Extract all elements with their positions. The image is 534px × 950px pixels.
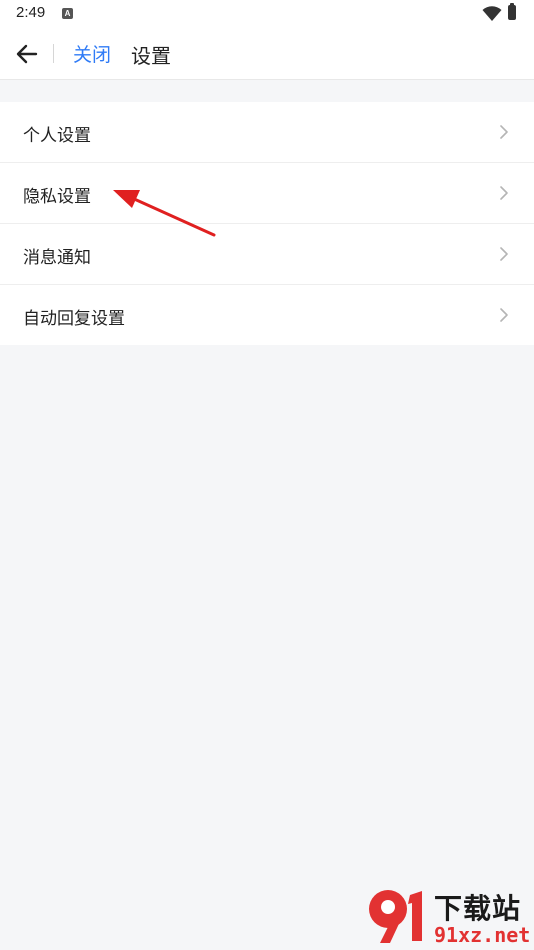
chevron-right-icon bbox=[500, 186, 508, 200]
chevron-right-icon bbox=[500, 247, 508, 261]
arrow-left-icon[interactable] bbox=[14, 41, 40, 67]
menu-item-privacy-settings[interactable]: 隐私设置 bbox=[0, 163, 534, 224]
menu-item-label: 个人设置 bbox=[23, 126, 91, 146]
menu-item-label: 隐私设置 bbox=[23, 187, 91, 207]
a-notification-icon: A bbox=[62, 8, 73, 19]
menu-item-personal-settings[interactable]: 个人设置 bbox=[0, 102, 534, 163]
header-divider bbox=[53, 44, 54, 63]
menu-item-label: 消息通知 bbox=[23, 248, 91, 268]
chevron-right-icon bbox=[500, 125, 508, 139]
battery-icon bbox=[508, 3, 516, 20]
watermark-domain: 91xz.net bbox=[434, 923, 531, 947]
site-logo-icon bbox=[369, 890, 422, 943]
chevron-right-icon bbox=[500, 308, 508, 322]
status-bar: 2:49 A bbox=[0, 0, 534, 28]
watermark-title: 下载站 bbox=[434, 892, 522, 925]
wifi-icon bbox=[482, 6, 502, 21]
settings-menu: 个人设置 隐私设置 消息通知 自动回复设置 bbox=[0, 102, 534, 345]
page-title: 设置 bbox=[131, 44, 171, 68]
status-time: 2:49 bbox=[16, 4, 46, 21]
watermark: 下载站 91xz.net bbox=[364, 885, 532, 947]
menu-item-label: 自动回复设置 bbox=[23, 309, 125, 329]
header-bar: 关闭 设置 bbox=[0, 28, 534, 80]
menu-item-message-notifications[interactable]: 消息通知 bbox=[0, 224, 534, 285]
menu-item-auto-reply-settings[interactable]: 自动回复设置 bbox=[0, 285, 534, 345]
close-button[interactable]: 关闭 bbox=[73, 40, 111, 67]
